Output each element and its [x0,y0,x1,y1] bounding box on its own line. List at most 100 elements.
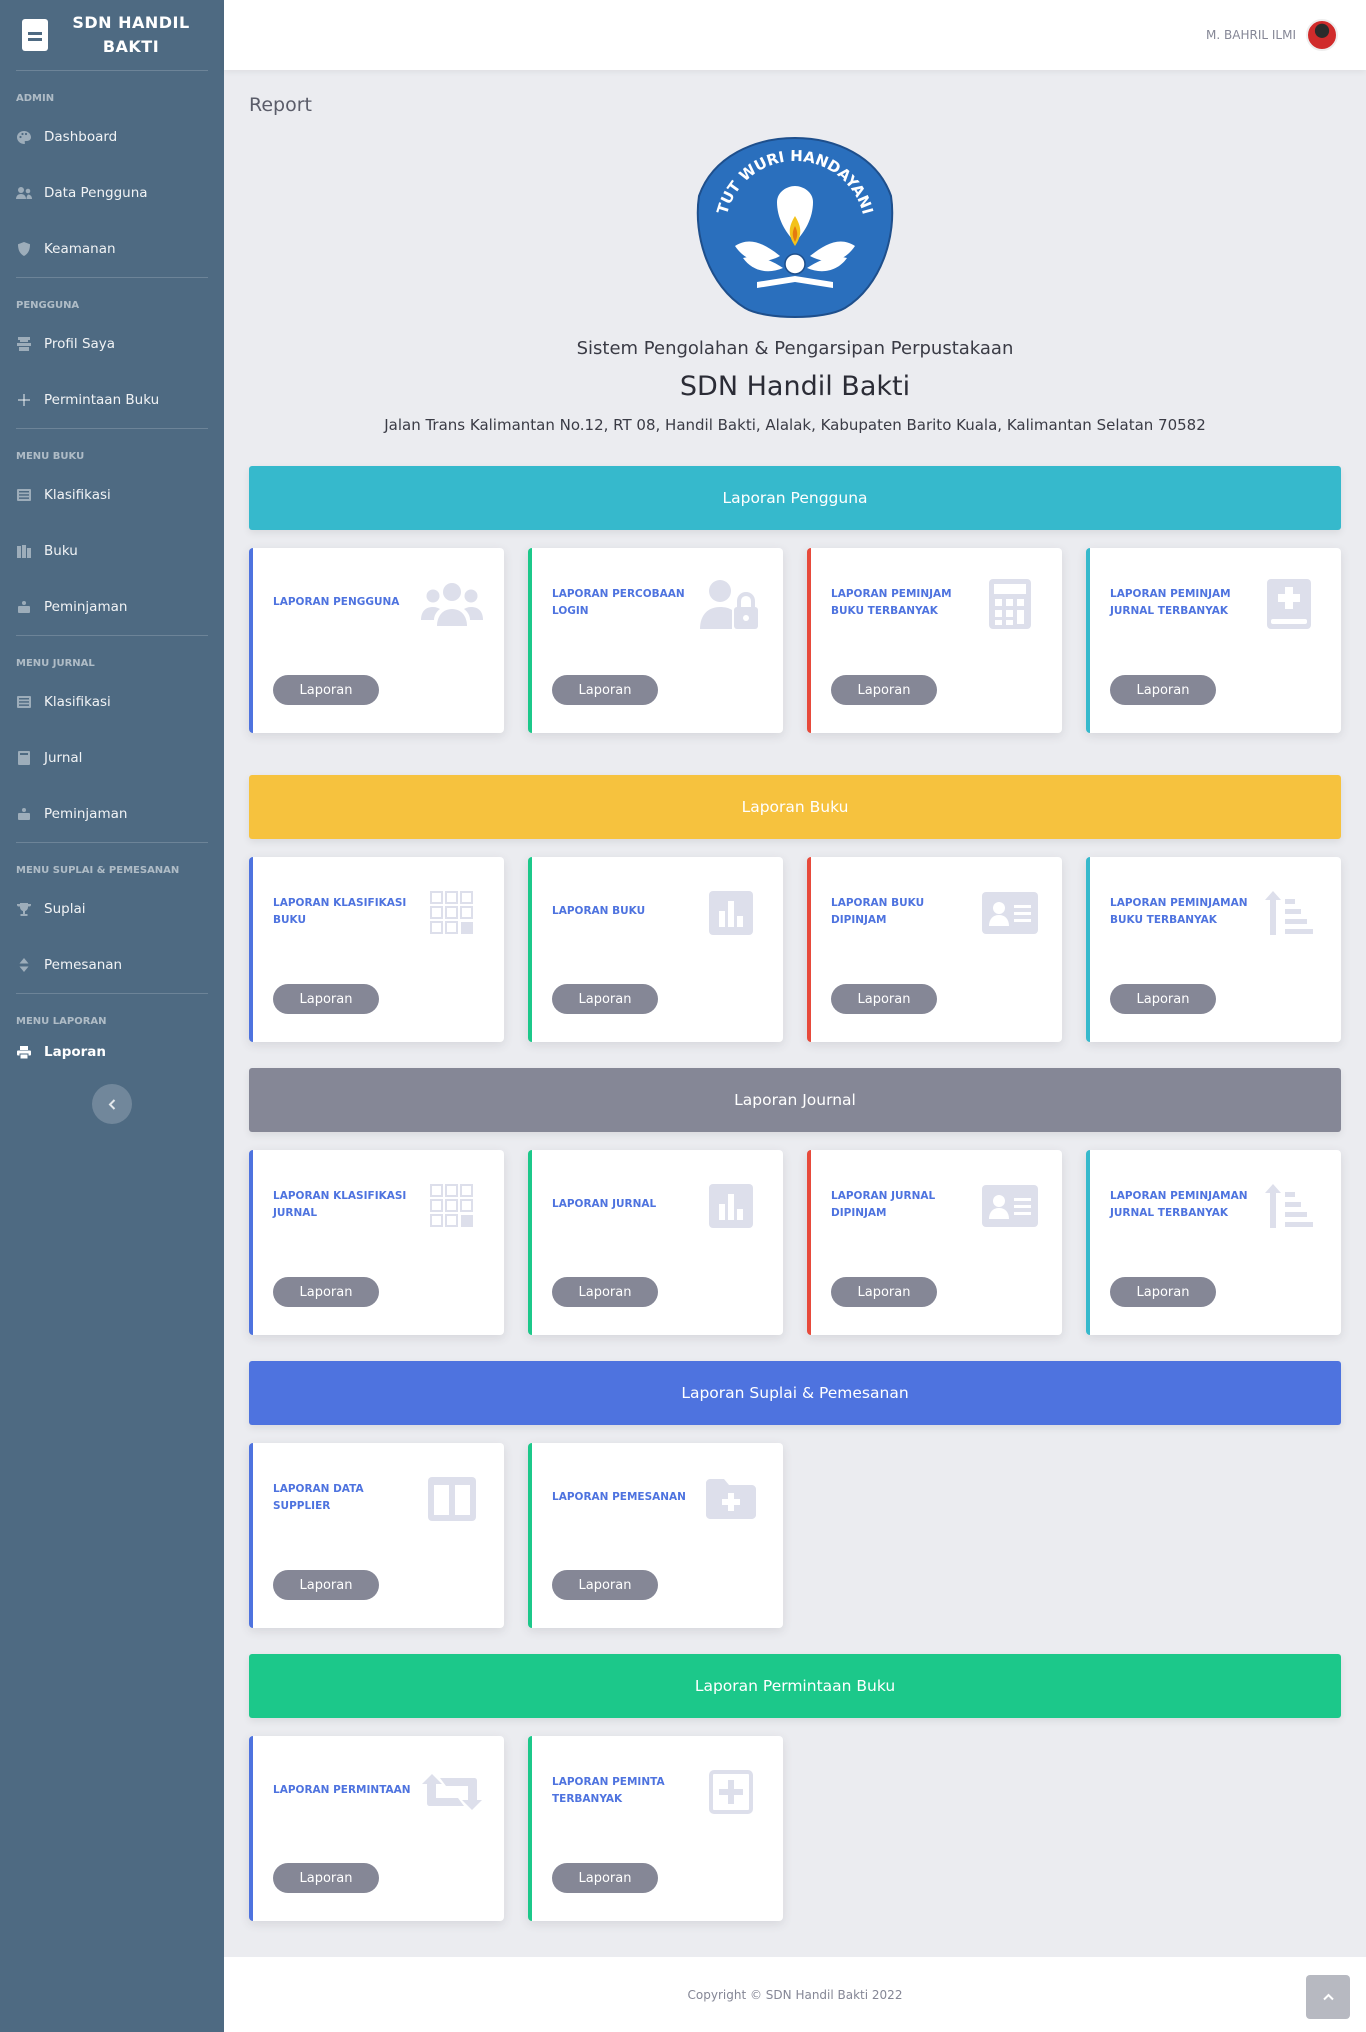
laporan-button[interactable]: Laporan [552,984,658,1014]
sidebar-heading-pengguna: PENGGUNA [16,300,80,311]
sidebar-item-label: Profil Saya [44,336,116,352]
people-carry-icon [16,600,32,614]
card-label: LAPORAN PERCOBAAN LOGIN [552,588,685,617]
sidebar-item-suplai[interactable]: Suplai [0,881,224,937]
people-carry-icon [16,807,32,821]
report-card: LAPORAN JURNAL Laporan [528,1150,783,1335]
cards-laporan-journal: LAPORAN KLASIFIKASI JURNAL Laporan LAPOR… [249,1150,1341,1335]
laporan-button[interactable]: Laporan [273,1863,379,1893]
list-icon [16,695,32,709]
user-name[interactable]: M. BAHRIL ILMI [1206,28,1296,42]
laporan-button[interactable]: Laporan [831,1277,937,1307]
sidebar-brand[interactable]: SDN HANDIL BAKTI [0,0,224,70]
sidebar-heading-menu-laporan: MENU LAPORAN [16,1016,107,1027]
sidebar-item-dashboard[interactable]: Dashboard [0,109,224,165]
book-logo-icon [22,19,50,51]
laporan-button[interactable]: Laporan [273,984,379,1014]
sidebar-item-peminjaman-buku[interactable]: Peminjaman [0,579,224,635]
sidebar-heading-menu-buku: MENU BUKU [16,451,85,462]
section-header-laporan-suplai: Laporan Suplai & Pemesanan [249,1361,1341,1425]
cards-laporan-permintaan: LAPORAN PERMINTAAN Laporan LAPORAN PEMIN… [249,1736,1341,1921]
card-label: LAPORAN PERMINTAAN [273,1784,411,1796]
report-card: LAPORAN PEMINJAM BUKU TERBANYAK Laporan [807,548,1062,733]
laporan-button[interactable]: Laporan [552,1277,658,1307]
columns-icon [420,1471,484,1527]
books-icon [16,544,32,558]
brand-title-line2: BAKTI [102,37,160,56]
report-card: LAPORAN PEMINJAMAN JURNAL TERBANYAK Lapo… [1086,1150,1341,1335]
sidebar-item-klasifikasi-buku[interactable]: Klasifikasi [0,467,224,523]
section-header-laporan-permintaan: Laporan Permintaan Buku [249,1654,1341,1718]
sidebar-item-buku[interactable]: Buku [0,523,224,579]
sidebar-item-label: Permintaan Buku [44,392,160,408]
page-title: Report [249,94,312,116]
sidebar-item-pemesanan[interactable]: Pemesanan [0,937,224,993]
school-name: SDN Handil Bakti [679,371,911,402]
card-label: LAPORAN DATA SUPPLIER [273,1483,364,1512]
footer: Copyright © SDN Handil Bakti 2022 [224,1957,1366,2032]
print-icon [16,1045,32,1059]
sidebar-item-label: Suplai [44,901,86,917]
main-content: Report TUT WURI HANDAYANI Sistem Pengola… [249,70,1341,1921]
book-medical-icon [1257,576,1321,632]
avatar[interactable] [1306,19,1338,51]
sidebar-item-label: Buku [44,543,78,559]
calculator-icon [978,576,1042,632]
trophy-icon [16,902,32,916]
section-header-laporan-pengguna: Laporan Pengguna [249,466,1341,530]
cards-laporan-buku: LAPORAN KLASIFIKASI BUKU Laporan LAPORAN… [249,857,1341,1042]
sidebar-item-profil-saya[interactable]: Profil Saya [0,316,224,372]
laporan-button[interactable]: Laporan [1110,675,1216,705]
palette-icon [16,130,32,144]
laporan-button[interactable]: Laporan [831,984,937,1014]
brand-title: SDN HANDIL BAKTI [50,11,224,59]
cards-laporan-pengguna: LAPORAN PENGGUNA Laporan LAPORAN PERCOBA… [249,548,1341,733]
brand-title-line1: SDN HANDIL [72,13,190,32]
user-lock-icon [699,576,763,632]
laporan-button[interactable]: Laporan [1110,984,1216,1014]
report-card: LAPORAN BUKU DIPINJAM Laporan [807,857,1062,1042]
laporan-button[interactable]: Laporan [552,1570,658,1600]
report-card: LAPORAN JURNAL DIPINJAM Laporan [807,1150,1062,1335]
laporan-button[interactable]: Laporan [273,1570,379,1600]
card-label: LAPORAN BUKU [552,905,646,917]
sidebar-item-jurnal[interactable]: Jurnal [0,730,224,786]
section-header-laporan-buku: Laporan Buku [249,775,1341,839]
folder-plus-icon [699,1471,763,1527]
cards-laporan-suplai: LAPORAN DATA SUPPLIER Laporan LAPORAN PE… [249,1443,1341,1628]
sort-icon [16,958,32,972]
scroll-to-top-button[interactable] [1306,1975,1350,2019]
report-card: LAPORAN KLASIFIKASI BUKU Laporan [249,857,504,1042]
sidebar-toggle-button[interactable] [92,1084,132,1124]
sidebar-item-laporan[interactable]: Laporan [0,1032,224,1072]
emblem-wrap: TUT WURI HANDAYANI [249,136,1341,322]
card-label: LAPORAN PENGGUNA [273,596,400,608]
laporan-button[interactable]: Laporan [273,675,379,705]
sidebar-item-permintaan-buku[interactable]: Permintaan Buku [0,372,224,428]
laporan-button[interactable]: Laporan [552,675,658,705]
sidebar-item-klasifikasi-jurnal[interactable]: Klasifikasi [0,674,224,730]
book-icon [16,751,32,765]
plus-icon [16,393,32,407]
sort-amount-up-icon [1257,885,1321,941]
sidebar-item-keamanan[interactable]: Keamanan [0,221,224,277]
id-card-icon [16,337,32,351]
laporan-button[interactable]: Laporan [831,675,937,705]
section-title: Laporan Suplai & Pemesanan [681,1384,909,1402]
sidebar-item-label: Keamanan [44,241,116,257]
tut-wuri-handayani-emblem: TUT WURI HANDAYANI [696,136,894,318]
topbar: M. BAHRIL ILMI [224,0,1366,70]
card-label: LAPORAN PEMINJAMAN BUKU TERBANYAK [1110,897,1248,926]
card-label: LAPORAN BUKU DIPINJAM [831,897,925,926]
laporan-button[interactable]: Laporan [273,1277,379,1307]
users-icon [420,576,484,632]
report-card: LAPORAN BUKU Laporan [528,857,783,1042]
sidebar-item-data-pengguna[interactable]: Data Pengguna [0,165,224,221]
sidebar-heading-menu-jurnal: MENU JURNAL [16,658,95,669]
sidebar-item-peminjaman-jurnal[interactable]: Peminjaman [0,786,224,842]
card-label: LAPORAN PEMESANAN [552,1491,686,1503]
laporan-button[interactable]: Laporan [1110,1277,1216,1307]
sidebar-heading-admin: ADMIN [16,93,55,104]
laporan-button[interactable]: Laporan [552,1863,658,1893]
list-icon [16,488,32,502]
